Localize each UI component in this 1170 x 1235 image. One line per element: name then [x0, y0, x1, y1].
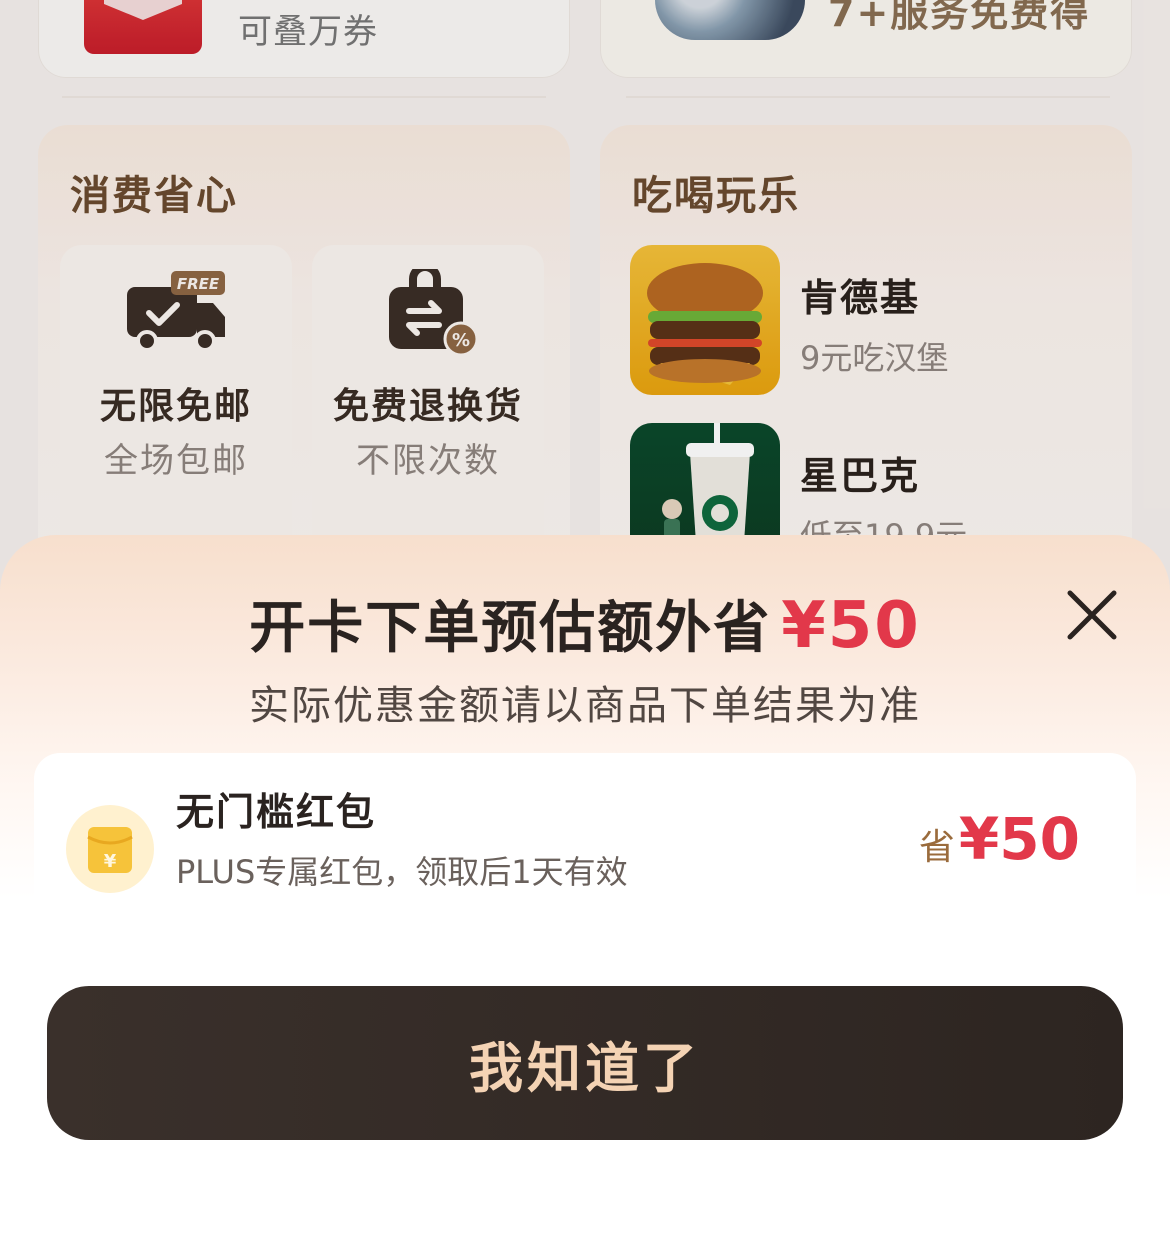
savings-label: 省: [918, 827, 955, 868]
coupon-savings: 省 ¥50: [919, 805, 1080, 873]
svg-text:¥: ¥: [104, 851, 117, 872]
sheet-title-amount: ¥50: [781, 589, 921, 663]
sheet-title: 开卡下单预估额外省 ¥50: [0, 583, 1170, 664]
coupon-title: 无门槛红包: [176, 790, 377, 834]
coupon-description: PLUS专属红包，领取后1天有效: [176, 853, 628, 891]
close-icon[interactable]: [1062, 585, 1122, 645]
red-envelope-icon: ¥: [66, 805, 154, 893]
sheet-subtitle: 实际优惠金额请以商品下单结果为准: [249, 683, 921, 729]
got-it-button-label: 我知道了: [469, 1036, 701, 1100]
coupon-card: ¥ 无门槛红包 PLUS专属红包，领取后1天有效 省 ¥50: [34, 753, 1136, 929]
sheet-title-text: 开卡下单预估额外省: [249, 596, 772, 661]
got-it-button[interactable]: 我知道了: [47, 986, 1123, 1140]
savings-amount: ¥50: [958, 805, 1080, 873]
savings-bottom-sheet: 开卡下单预估额外省 ¥50 实际优惠金额请以商品下单结果为准 ¥ 无门槛红包 PL…: [0, 535, 1170, 1235]
